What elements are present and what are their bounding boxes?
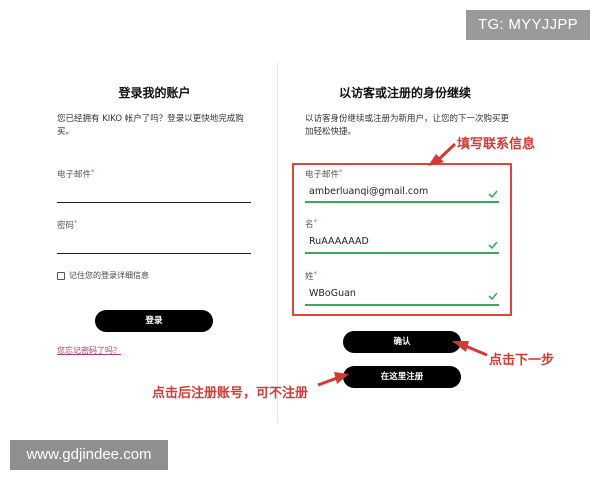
guest-firstname-input[interactable]: RuAAAAAAD [309, 236, 369, 247]
check-icon [488, 292, 498, 301]
login-description: 您已经拥有 KIKO 帐户了吗？登录以更快地完成购买。 [57, 114, 244, 137]
guest-lastname-input[interactable]: WBoGuan [309, 288, 356, 299]
confirm-button[interactable]: 确认 [343, 331, 461, 353]
remember-row[interactable]: 记住您的登录详细信息 [57, 270, 149, 281]
register-button[interactable]: 在这里注册 [343, 366, 461, 388]
register-note-annotation: 点击后注册账号，可不注册 [152, 386, 309, 401]
column-divider [277, 62, 278, 422]
forgot-password-link[interactable]: 您忘记密码了吗？ [57, 345, 121, 356]
guest-lastname-underline [305, 304, 499, 306]
guest-email-input[interactable]: amberluanqi@gmail.com [309, 186, 428, 197]
click-next-annotation: 点击下一步 [489, 353, 555, 368]
guest-email-label: 电子邮件* [305, 168, 343, 180]
site-watermark: www.gdjindee.com [10, 440, 168, 470]
fill-contact-annotation: 填写联系信息 [457, 137, 536, 152]
guest-email-underline [305, 201, 499, 203]
login-email-input[interactable] [57, 202, 251, 203]
check-icon [488, 190, 498, 199]
guest-firstname-underline [305, 252, 499, 254]
login-password-label: 密码* [57, 219, 78, 231]
remember-checkbox[interactable] [57, 271, 65, 280]
login-title: 登录我的账户 [118, 86, 191, 100]
guest-lastname-label: 姓* [305, 270, 318, 282]
tg-watermark: TG: MYYJJPP [466, 10, 590, 40]
guest-title: 以访客或注册的身份继续 [338, 86, 471, 100]
remember-label: 记住您的登录详细信息 [69, 271, 149, 280]
login-email-label: 电子邮件* [57, 168, 95, 180]
check-icon [488, 241, 498, 250]
guest-firstname-label: 名* [305, 218, 318, 230]
login-password-input[interactable] [57, 253, 251, 254]
login-button[interactable]: 登录 [95, 310, 213, 332]
